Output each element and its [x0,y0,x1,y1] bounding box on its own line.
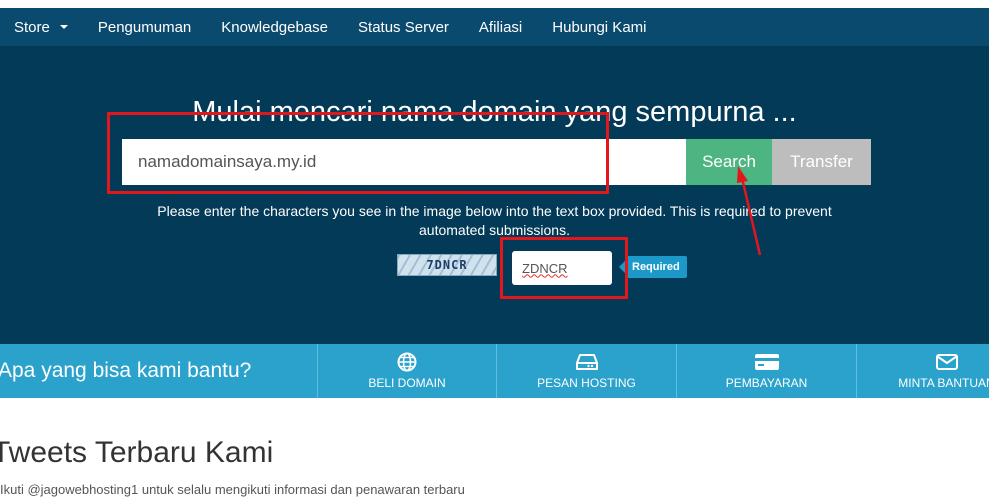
globe-icon [397,352,417,372]
latest-tweets-title: Tweets Terbaru Kami [0,436,274,469]
captcha-image: 7DNCR [397,254,497,276]
help-link-pesan-hosting[interactable]: PESAN HOSTING [496,344,676,398]
help-text: Apa yang bisa kami bantu? [0,359,252,382]
domain-search-input[interactable]: namadomainsaya.my.id [122,139,686,185]
help-link-minta-bantuan[interactable]: MINTA BANTUAN [856,344,989,398]
main-navbar: Store Pengumuman Knowledgebase Status Se… [0,8,989,46]
captcha-code: 7DNCR [426,258,468,272]
top-strip [0,0,989,8]
domain-search-hero: Mulai mencari nama domain yang sempurna … [0,46,989,344]
captcha-input[interactable]: ZDNCR [512,251,612,285]
help-link-beli-domain[interactable]: BELI DOMAIN [317,344,496,398]
help-link-label: PEMBAYARAN [725,376,808,390]
nav-status-server[interactable]: Status Server [358,19,449,36]
help-link-label: BELI DOMAIN [368,376,446,390]
nav-pengumuman[interactable]: Pengumuman [98,19,191,36]
envelope-icon [935,354,958,370]
nav-hubungi-kami[interactable]: Hubungi Kami [552,19,646,36]
help-link-pembayaran[interactable]: PEMBAYARAN [676,344,856,398]
captcha-input-value: ZDNCR [522,260,568,276]
help-bar: Apa yang bisa kami bantu? BELI DOMAIN PE… [0,344,989,398]
help-link-label: MINTA BANTUAN [898,376,989,390]
nav-store-label: Store [14,18,50,36]
search-button[interactable]: Search [686,139,772,185]
caret-down-icon [59,25,68,29]
credit-card-icon [754,354,779,370]
server-icon [575,354,598,370]
nav-store[interactable]: Store [14,19,68,36]
required-badge: Required [619,256,687,278]
captcha-instructions: Please enter the characters you see in t… [157,203,832,238]
nav-knowledgebase[interactable]: Knowledgebase [221,19,328,36]
transfer-button[interactable]: Transfer [772,139,871,185]
help-link-label: PESAN HOSTING [537,376,636,390]
nav-afiliasi[interactable]: Afiliasi [479,19,522,36]
hero-title: Mulai mencari nama domain yang sempurna … [192,96,797,128]
